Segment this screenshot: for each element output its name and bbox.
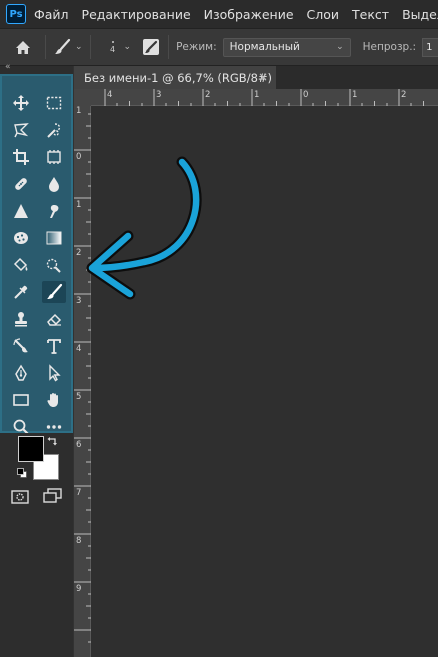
menu-layers[interactable]: Слои (307, 7, 340, 22)
lasso-tool[interactable] (9, 119, 33, 141)
sharpen-tool[interactable] (9, 200, 33, 222)
opacity-input[interactable]: 1 (422, 37, 438, 57)
brush-icon (47, 283, 63, 299)
rectangle-tool[interactable] (9, 389, 33, 411)
sponge-tool[interactable] (9, 227, 33, 249)
quick-mask-icon[interactable] (11, 490, 29, 504)
home-button[interactable] (8, 40, 38, 55)
marquee-tool[interactable] (42, 92, 66, 114)
brush-tip-dot (111, 40, 114, 43)
history-brush-icon (13, 338, 28, 353)
gradient-tool[interactable] (42, 227, 66, 249)
default-colors-icon[interactable] (17, 468, 27, 478)
paint-bucket-icon (13, 257, 28, 272)
separator (168, 35, 170, 59)
screen-mode-icon[interactable] (43, 488, 63, 504)
eraser-icon (47, 313, 62, 326)
dodge-icon (46, 258, 61, 273)
ruler-ticks (104, 89, 424, 106)
eyedropper-icon (14, 285, 28, 299)
menu-edit[interactable]: Редактирование (82, 7, 191, 22)
eyedropper-tool[interactable] (9, 281, 33, 303)
history-brush-tool[interactable] (9, 335, 33, 357)
type-icon (47, 339, 61, 354)
brush-preset-picker[interactable]: ⌄ (53, 38, 83, 56)
frame-tool[interactable] (42, 146, 66, 168)
frame-icon (47, 150, 61, 164)
menu-file[interactable]: Файл (34, 7, 69, 22)
close-icon[interactable]: × (258, 70, 268, 84)
document-title: Без имени-1 @ 66,7% (RGB/8#) (84, 70, 273, 85)
sponge-icon (14, 232, 28, 244)
chevron-down-icon: ⌄ (336, 42, 344, 52)
pen-icon (15, 364, 27, 381)
chevron-down-icon: ⌄ (75, 42, 83, 52)
finger-icon (50, 205, 59, 218)
clone-stamp-tool[interactable] (9, 308, 33, 330)
type-tool[interactable] (42, 335, 66, 357)
hand-icon (47, 393, 58, 407)
brush-settings-icon[interactable] (141, 37, 161, 57)
foreground-color-swatch[interactable] (18, 436, 44, 462)
blur-tool[interactable] (42, 173, 66, 195)
eraser-tool[interactable] (42, 308, 66, 330)
bandage-icon (15, 178, 27, 190)
separator (89, 35, 91, 59)
brush-tool[interactable] (42, 281, 66, 303)
smudge-tool[interactable] (42, 200, 66, 222)
menu-image[interactable]: Изображение (204, 7, 294, 22)
rectangular-marquee-icon (46, 96, 62, 110)
healing-brush-tool[interactable] (9, 173, 33, 195)
brush-size-indicator[interactable]: 4 (106, 40, 120, 54)
path-selection-tool[interactable] (42, 362, 66, 384)
options-bar: ⌄ 4 ⌄ Режим: Нормальный ⌄ Непрозр.: 1 (0, 28, 438, 66)
quick-select-icon (47, 123, 61, 138)
document-tab[interactable]: Без имени-1 @ 66,7% (RGB/8#) × (74, 66, 276, 89)
triangle-icon (14, 204, 28, 218)
ruler-origin[interactable] (74, 89, 91, 106)
home-icon (16, 40, 30, 54)
toolbar-header: « (0, 62, 73, 74)
menu-select[interactable]: Выделение (402, 7, 438, 22)
horizontal-ruler[interactable]: 4 3 2 1 0 1 2 (91, 89, 438, 106)
hand-tool[interactable] (42, 389, 66, 411)
annotation-arrow (86, 156, 202, 300)
separator (45, 35, 46, 59)
swap-colors-icon[interactable] (47, 435, 59, 447)
menu-type[interactable]: Текст (352, 7, 389, 22)
dodge-tool[interactable] (42, 254, 66, 276)
tools-panel (0, 74, 73, 435)
paint-bucket-tool[interactable] (9, 254, 33, 276)
arrow-pointer-icon (49, 364, 61, 382)
crop-tool[interactable] (9, 146, 33, 168)
opacity-label: Непрозр.: (362, 41, 417, 53)
pen-tool[interactable] (9, 362, 33, 384)
document-tab-bar: Без имени-1 @ 66,7% (RGB/8#) × (74, 66, 438, 89)
menu-bar: Ps Файл Редактирование Изображение Слои … (0, 0, 438, 28)
collapse-double-chevron-icon[interactable]: « (5, 62, 11, 72)
crop-icon (13, 149, 29, 165)
opacity-value: 1 (426, 41, 433, 53)
move-icon (13, 95, 29, 111)
move-tool[interactable] (9, 92, 33, 114)
photoshop-logo[interactable]: Ps (6, 4, 26, 24)
drop-icon (49, 177, 59, 192)
mode-label: Режим: (176, 41, 217, 53)
rectangle-icon (13, 394, 29, 406)
blend-mode-select[interactable]: Нормальный ⌄ (222, 37, 351, 57)
blend-mode-value: Нормальный (229, 41, 300, 53)
quick-select-tool[interactable] (42, 119, 66, 141)
lasso-icon (14, 123, 29, 138)
gradient-icon (46, 231, 62, 245)
brush-icon (55, 38, 71, 54)
chevron-down-icon[interactable]: ⌄ (124, 42, 132, 52)
brush-size-value: 4 (110, 44, 116, 54)
stamp-icon (15, 312, 27, 327)
color-area (0, 433, 73, 657)
